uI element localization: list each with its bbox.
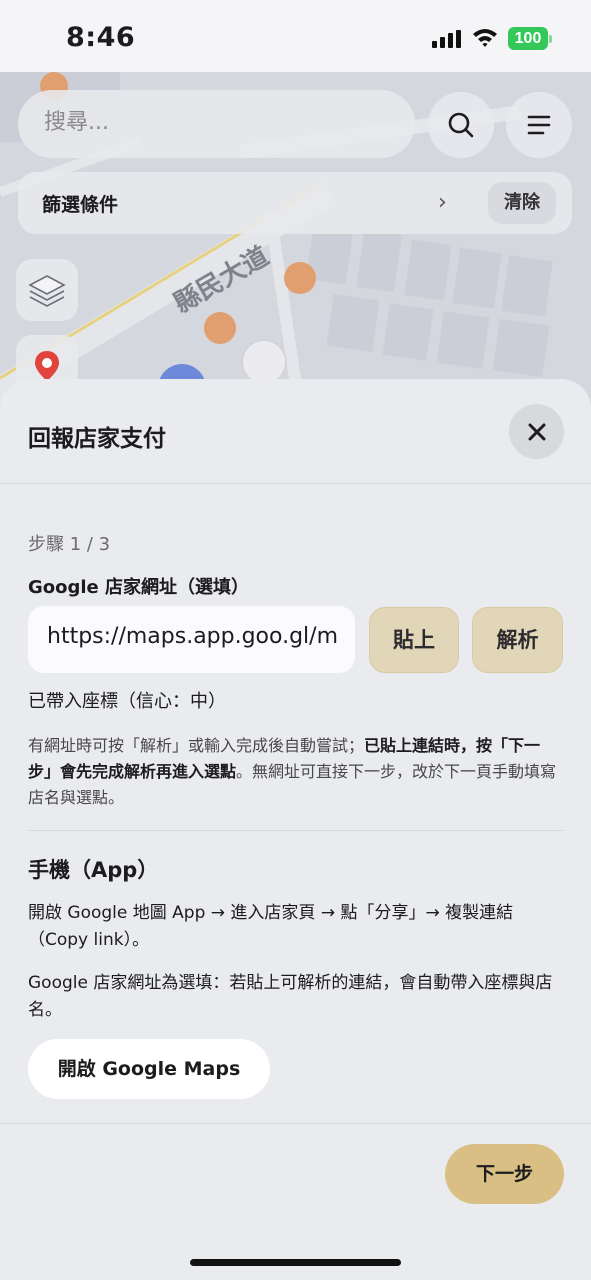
status-time: 8:46 [66,22,136,53]
url-input[interactable] [47,624,347,649]
filter-label: 篩選條件 [42,194,119,216]
layers-button[interactable] [16,259,78,321]
wifi-icon [472,27,498,49]
layers-icon [28,275,66,307]
location-pin-icon [35,351,59,381]
clear-filter-button[interactable]: 清除 [488,182,556,224]
coordinate-status: 已帶入座標（信心：中） [28,691,226,712]
mobile-section-title: 手機（App） [28,858,159,882]
paste-button[interactable]: 貼上 [369,607,459,673]
divider [28,830,564,831]
battery-level: 100 [508,27,548,50]
menu-button[interactable] [506,92,572,158]
next-button[interactable]: 下一步 [445,1144,564,1204]
cellular-signal-icon [432,30,462,48]
home-indicator [190,1259,401,1266]
optional-note: Google 店家網址為選填：若貼上可解析的連結，會自動帶入座標與店名。 [28,973,553,1020]
search-button[interactable] [428,92,494,158]
help-text: 有網址時可按「解析」或輸入完成後自動嘗試；已貼上連結時，按「下一步」會先完成解析… [28,736,557,807]
close-icon [528,423,545,440]
menu-icon [527,115,551,135]
divider [0,483,591,484]
divider [0,1123,591,1124]
close-button[interactable] [509,404,564,459]
mobile-instructions: 開啟 Google 地圖 App → 進入店家頁 → 點「分享」→ 複製連結（C… [28,903,514,950]
step-indicator: 步驟 1 / 3 [28,534,111,555]
search-field[interactable] [18,90,415,158]
url-field[interactable] [28,606,355,673]
sheet-title: 回報店家支付 [28,426,166,452]
search-input[interactable] [44,110,384,135]
url-label: Google 店家網址（選填） [28,577,250,598]
open-google-maps-button[interactable]: 開啟 Google Maps [28,1039,270,1099]
parse-button[interactable]: 解析 [472,607,563,673]
report-payment-sheet: 回報店家支付 步驟 1 / 3 Google 店家網址（選填） 貼上 解析 已帶… [0,379,591,1280]
filter-bar[interactable]: 篩選條件 › 清除 [18,172,572,234]
battery-icon: 100 [508,27,552,50]
search-icon [448,112,474,138]
chevron-right-icon: › [438,190,447,215]
status-bar: 8:46 100 [0,0,591,72]
